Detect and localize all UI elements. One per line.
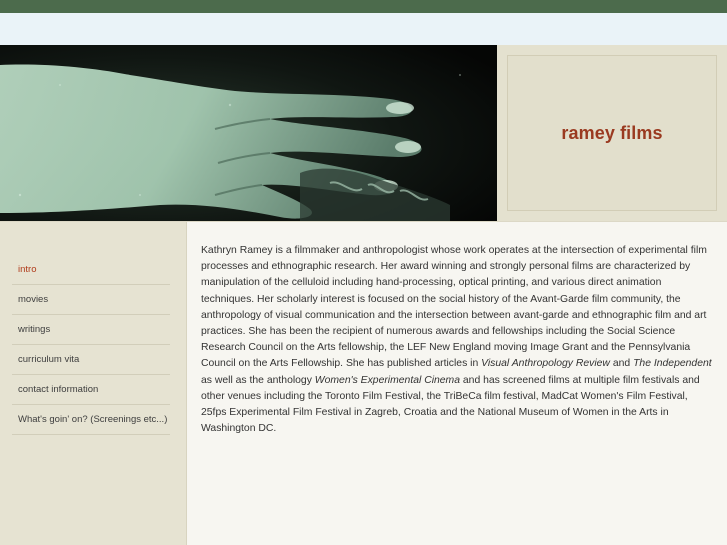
nav-link-contact-information[interactable]: contact information — [12, 375, 170, 404]
intro-text-1: Kathryn Ramey is a filmmaker and anthrop… — [201, 245, 707, 370]
nav-link-writings[interactable]: writings — [12, 315, 170, 344]
brand-box: ramey films — [507, 55, 717, 211]
nav-item-movies: movies — [12, 285, 170, 315]
brand-panel: ramey films — [497, 45, 727, 221]
nav-item-intro: intro — [12, 255, 170, 285]
nav-item-contact-information: contact information — [12, 375, 170, 405]
header-banner-image — [0, 45, 497, 221]
sidebar-nav: intro movies writings curriculum vita co… — [12, 255, 170, 435]
nav-link-intro[interactable]: intro — [12, 255, 170, 284]
nav-item-curriculum-vita: curriculum vita — [12, 345, 170, 375]
intro-text-3: as well as the anthology — [201, 374, 315, 386]
intro-text-2: and — [609, 358, 634, 370]
nav-item-writings: writings — [12, 315, 170, 345]
nav-link-whats-going-on[interactable]: What's goin' on? (Screenings etc...) — [12, 405, 170, 434]
publication-the-independent: The Independent — [633, 358, 712, 370]
publication-womens-experimental-cinema: Women's Experimental Cinema — [314, 374, 460, 386]
nav-link-curriculum-vita[interactable]: curriculum vita — [12, 345, 170, 374]
site-title[interactable]: ramey films — [561, 123, 662, 144]
top-bar — [0, 0, 727, 13]
publication-visual-anthropology-review: Visual Anthropology Review — [481, 358, 610, 370]
sidebar: intro movies writings curriculum vita co… — [0, 222, 187, 545]
main-content: Kathryn Ramey is a filmmaker and anthrop… — [201, 243, 713, 437]
nav-item-whats-going-on: What's goin' on? (Screenings etc...) — [12, 405, 170, 435]
header-strip — [0, 13, 727, 45]
nav-link-movies[interactable]: movies — [12, 285, 170, 314]
intro-paragraph: Kathryn Ramey is a filmmaker and anthrop… — [201, 243, 713, 437]
